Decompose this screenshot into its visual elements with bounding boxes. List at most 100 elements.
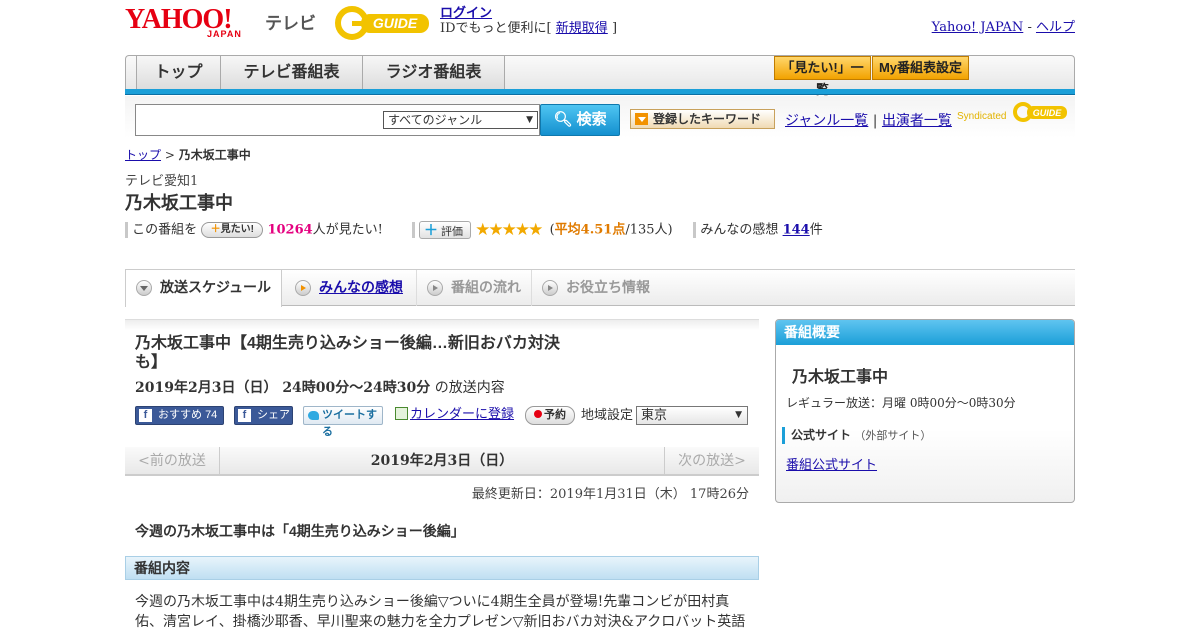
tab-reviews[interactable]: みんなの感想 bbox=[285, 270, 417, 306]
facebook-icon: f bbox=[238, 409, 251, 422]
performer-list-link[interactable]: 出演者一覧 bbox=[882, 113, 952, 129]
region-select[interactable]: 東京 ▼ bbox=[636, 406, 748, 425]
nav-tab-top[interactable]: トップ bbox=[136, 56, 221, 90]
search-icon: 🔍︎ bbox=[553, 111, 573, 128]
comments-label: みんなの感想 bbox=[700, 222, 779, 238]
gguide-logo[interactable]: GUIDE bbox=[335, 6, 431, 40]
episode-date: 2019年2月3日（日） 24時00分～24時30分 の放送内容 bbox=[135, 377, 505, 397]
my-schedule-button[interactable]: My番組表設定 bbox=[872, 56, 969, 80]
regular-broadcast: レギュラー放送：月曜 0時00分～0時30分 bbox=[786, 396, 1016, 410]
tab-info[interactable]: お役立ち情報 bbox=[532, 270, 662, 306]
program-stats: この番組を ＋見たい! 10264人が見たい! ＋ 評価 ★★★★★ (平均4.… bbox=[125, 221, 823, 239]
search-bar: すべてのジャンル ▼ 🔍︎ 検索 登録したキーワード ジャンル一覧 | 出演者一… bbox=[125, 96, 1075, 138]
chevron-right-icon bbox=[295, 280, 311, 296]
overview-title: 乃木坂工事中 bbox=[792, 369, 889, 386]
twitter-icon bbox=[308, 411, 319, 420]
chevron-down-icon bbox=[136, 280, 152, 296]
fb-recommend-count: 74 bbox=[205, 409, 218, 421]
mitai-list-button[interactable]: 「見たい!」一覧 bbox=[774, 56, 871, 97]
want-button-label: 見たい! bbox=[220, 224, 254, 235]
tab-label: お役立ち情報 bbox=[566, 279, 650, 295]
gguide-logo-text: GUIDE bbox=[373, 15, 418, 31]
tab-label: みんなの感想 bbox=[319, 279, 403, 295]
prev-broadcast-link[interactable]: <前の放送 bbox=[125, 447, 220, 475]
next-broadcast-link[interactable]: 次の放送> bbox=[664, 447, 759, 475]
breadcrumb-current: 乃木坂工事中 bbox=[178, 148, 251, 162]
tab-label: 番組の流れ bbox=[451, 279, 521, 295]
overview-heading: 番組概要 bbox=[776, 320, 1074, 345]
rating-average: 平均4.51点 bbox=[554, 222, 626, 238]
official-site-label: 公式サイト bbox=[791, 428, 852, 442]
episode-date-suffix: の放送内容 bbox=[434, 380, 505, 396]
plus-icon: ＋ bbox=[423, 222, 438, 238]
help-link[interactable]: ヘルプ bbox=[1036, 20, 1075, 35]
fb-share-label: シェア bbox=[257, 409, 290, 421]
last-updated: 最終更新日：2019年1月31日（木） 17時26分 bbox=[471, 487, 749, 502]
breadcrumb-sep: > bbox=[164, 148, 175, 162]
search-button[interactable]: 🔍︎ 検索 bbox=[540, 104, 620, 136]
want-button[interactable]: ＋見たい! bbox=[201, 222, 264, 238]
top-links: Yahoo! JAPAN - ヘルプ bbox=[932, 16, 1075, 35]
global-nav: トップ テレビ番組表 ラジオ番組表 「見たい!」一覧 My番組表設定 bbox=[125, 55, 1075, 97]
tweet-label: ツイートする bbox=[322, 409, 377, 438]
signup-link[interactable]: 新規取得 bbox=[556, 21, 608, 36]
login-link[interactable]: ログイン bbox=[440, 6, 492, 21]
rating-stars-icon: ★★★★★ bbox=[475, 220, 543, 240]
toplinks-separator: - bbox=[1027, 20, 1032, 35]
yahoo-japan-link[interactable]: Yahoo! JAPAN bbox=[932, 20, 1024, 35]
chevron-down-icon: ▼ bbox=[526, 115, 533, 125]
plus-icon: ＋ bbox=[210, 224, 221, 235]
tab-schedule[interactable]: 放送スケジュール bbox=[125, 269, 282, 307]
tweet-button[interactable]: ツイートする bbox=[303, 406, 383, 438]
tab-flow[interactable]: 番組の流れ bbox=[417, 270, 532, 306]
episode-header: 乃木坂工事中【4期生売り込みショー後編…新旧おバカ対決も】 2019年2月3日（… bbox=[125, 319, 759, 441]
nav-tab-tv-schedule[interactable]: テレビ番組表 bbox=[221, 56, 363, 90]
rate-button[interactable]: ＋ 評価 bbox=[418, 221, 471, 239]
tab-label: 放送スケジュール bbox=[160, 279, 272, 295]
gguide-small-logo-text: GUIDE bbox=[1033, 108, 1063, 118]
search-button-label: 検索 bbox=[576, 111, 607, 128]
social-buttons: f おすすめ 74 f シェア ツイートする カレンダーに登録 予約 地域設定 … bbox=[135, 406, 755, 438]
section-heading: 番組内容 bbox=[125, 556, 759, 580]
id-text-suffix: ] bbox=[611, 21, 618, 36]
official-site-heading: 公式サイト （外部サイト） bbox=[782, 427, 931, 444]
want-count: 10264 bbox=[267, 222, 313, 238]
fb-share-button[interactable]: f シェア bbox=[234, 406, 293, 425]
want-prefix: この番組を bbox=[132, 222, 198, 238]
rate-button-label: 評価 bbox=[441, 226, 464, 238]
search-links-divider: | bbox=[872, 113, 878, 129]
genre-list-link[interactable]: ジャンル一覧 bbox=[785, 113, 868, 129]
breadcrumb: トップ > 乃木坂工事中 bbox=[125, 146, 251, 163]
comments-unit: 件 bbox=[809, 222, 823, 238]
keyword-button-label: 登録したキーワード bbox=[653, 112, 762, 126]
genre-select-value: すべてのジャンル bbox=[388, 113, 483, 127]
episode-title: 乃木坂工事中【4期生売り込みショー後編…新旧おバカ対決も】 bbox=[135, 335, 560, 371]
comments-count-link[interactable]: 144 bbox=[783, 223, 810, 238]
tv-label[interactable]: テレビ bbox=[265, 9, 316, 34]
syndicated-label: Syndicated bbox=[957, 111, 1007, 122]
login-box: ログイン IDでもっと便利に[ 新規取得 ] bbox=[440, 6, 617, 36]
rating-count: /135人) bbox=[625, 222, 673, 238]
official-site-link[interactable]: 番組公式サイト bbox=[786, 458, 877, 473]
calendar-register[interactable]: カレンダーに登録 bbox=[395, 406, 514, 424]
program-tabs: 放送スケジュール みんなの感想 番組の流れ お役立ち情報 bbox=[125, 269, 1075, 307]
chevron-down-icon: ▼ bbox=[735, 410, 742, 420]
program-description: 今週の乃木坂工事中は4期生売り込みショー後編▽ついに4期生全員が登場!先輩コンビ… bbox=[135, 594, 746, 630]
calendar-link[interactable]: カレンダーに登録 bbox=[410, 407, 514, 422]
calendar-icon bbox=[395, 407, 408, 420]
keyword-button[interactable]: 登録したキーワード bbox=[630, 109, 775, 129]
want-suffix: 人が見たい! bbox=[312, 222, 383, 238]
page-title: 乃木坂工事中 bbox=[125, 193, 233, 213]
station-name: テレビ愛知1 bbox=[125, 174, 199, 189]
fb-recommend-button[interactable]: f おすすめ 74 bbox=[135, 406, 224, 425]
stats-bar bbox=[125, 222, 128, 238]
episode-lead: 今週の乃木坂工事中は「4期生売り込みショー後編」 bbox=[135, 523, 465, 539]
reserve-button[interactable]: 予約 bbox=[525, 406, 575, 425]
chevron-right-icon bbox=[542, 280, 558, 296]
stats-bar bbox=[411, 222, 415, 238]
genre-select[interactable]: すべてのジャンル ▼ bbox=[383, 111, 538, 129]
episode-datetime: 2019年2月3日（日） 24時00分～24時30分 bbox=[135, 380, 431, 396]
breadcrumb-top[interactable]: トップ bbox=[125, 148, 161, 162]
date-navigation: <前の放送 2019年2月3日（日） 次の放送> bbox=[125, 447, 759, 476]
nav-tab-radio-schedule[interactable]: ラジオ番組表 bbox=[363, 56, 505, 90]
